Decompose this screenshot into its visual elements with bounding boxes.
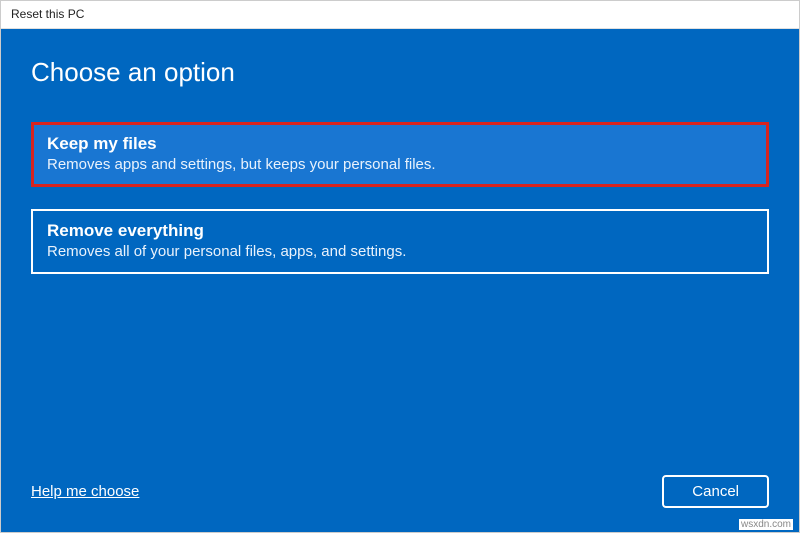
option-keep-my-files[interactable]: Keep my files Removes apps and settings,… (31, 122, 769, 187)
watermark-text: wsxdn.com (739, 519, 793, 530)
option-description: Removes apps and settings, but keeps you… (47, 156, 753, 173)
option-title: Keep my files (47, 134, 753, 154)
window-titlebar: Reset this PC (1, 1, 799, 29)
dialog-footer: Help me choose Cancel (31, 455, 769, 512)
option-remove-everything[interactable]: Remove everything Removes all of your pe… (31, 209, 769, 274)
dialog-body: Choose an option Keep my files Removes a… (1, 29, 799, 532)
option-description: Removes all of your personal files, apps… (47, 243, 753, 260)
cancel-button[interactable]: Cancel (662, 475, 769, 508)
reset-pc-window: Reset this PC Choose an option Keep my f… (0, 0, 800, 533)
dialog-heading: Choose an option (31, 57, 769, 88)
help-me-choose-link[interactable]: Help me choose (31, 483, 139, 500)
window-title: Reset this PC (11, 7, 84, 21)
option-title: Remove everything (47, 221, 753, 241)
